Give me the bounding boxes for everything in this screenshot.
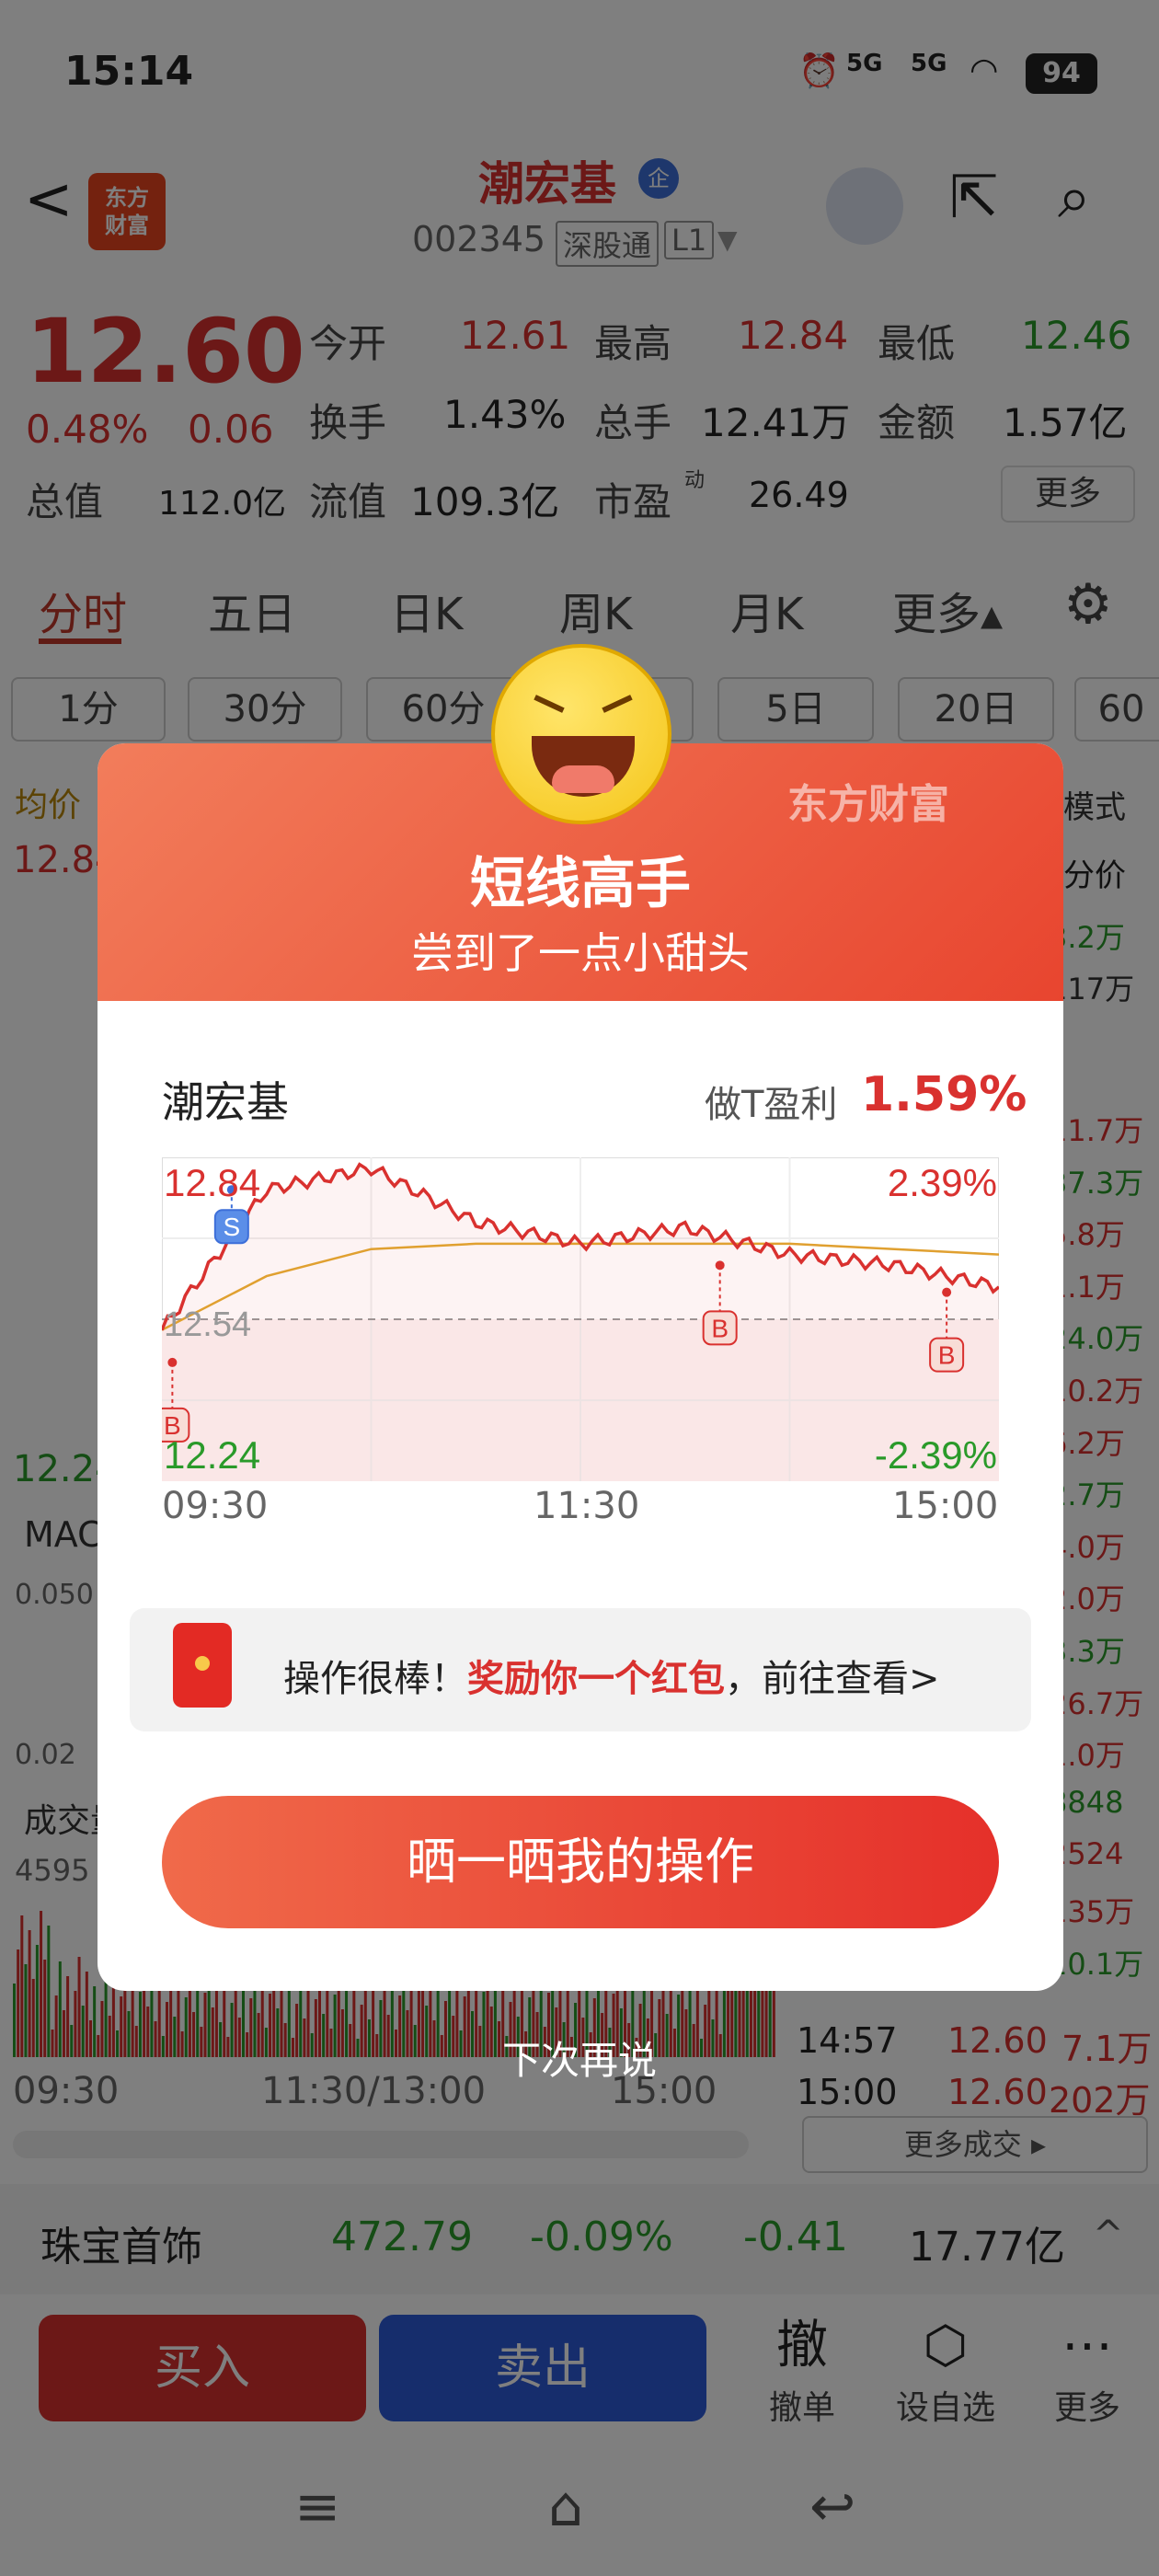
reward-suffix: ，前往查看> bbox=[725, 1658, 940, 1700]
trade-badge-label-2: B bbox=[711, 1314, 729, 1342]
modal-brand: 东方财富 bbox=[787, 781, 949, 828]
modal-stock-name: 潮宏基 bbox=[162, 1077, 289, 1127]
modal-title: 短线高手 bbox=[470, 852, 691, 916]
skip-link[interactable]: 下次再说 bbox=[0, 2030, 1159, 2086]
profit-label: 做T盈利 bbox=[705, 1084, 838, 1126]
pct-top-label: 2.39% bbox=[888, 1161, 997, 1204]
profit-value: 1.59% bbox=[861, 1067, 1027, 1122]
trade-badge-label-3: B bbox=[938, 1341, 956, 1370]
achievement-modal: 东方财富 短线高手 尝到了一点小甜头 潮宏基 做T盈利 1.59% BSBB 1… bbox=[98, 743, 1063, 1991]
reward-highlight: 奖励你一个红包 bbox=[467, 1658, 725, 1700]
reward-text[interactable]: 操作很棒！奖励你一个红包，前往查看> bbox=[283, 1649, 940, 1702]
trade-chart: BSBB 12.84 12.54 12.24 2.39% -2.39% bbox=[162, 1157, 999, 1481]
share-operation-button[interactable]: 晒一晒我的操作 bbox=[162, 1796, 999, 1928]
y-mid-label: 12.54 bbox=[164, 1305, 251, 1344]
modal-subtitle: 尝到了一点小甜头 bbox=[411, 928, 750, 978]
y-top-label: 12.84 bbox=[164, 1161, 260, 1204]
laughing-emoji-icon bbox=[491, 644, 671, 824]
y-bottom-label: 12.24 bbox=[164, 1433, 260, 1477]
reward-prefix: 操作很棒！ bbox=[283, 1658, 467, 1700]
x-label-mid: 11:30 bbox=[534, 1485, 640, 1527]
x-label-start: 09:30 bbox=[162, 1485, 269, 1527]
x-label-end: 15:00 bbox=[892, 1485, 999, 1527]
trade-badge-label-1: S bbox=[223, 1213, 240, 1241]
red-envelope-icon bbox=[173, 1623, 232, 1708]
pct-bottom-label: -2.39% bbox=[875, 1433, 997, 1477]
